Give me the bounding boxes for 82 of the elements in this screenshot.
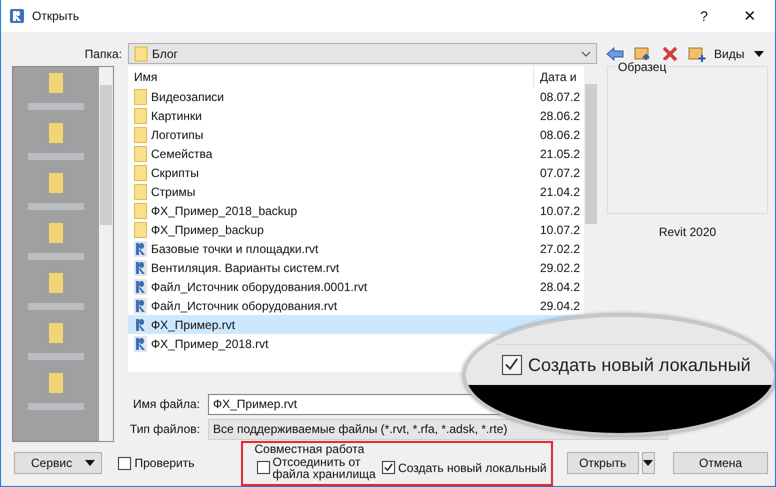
folder-icon — [134, 164, 147, 180]
cancel-button[interactable]: Отмена — [673, 452, 768, 474]
blurred-label — [28, 303, 84, 310]
date-cell-text: 07.07.2 — [540, 166, 582, 180]
file-row[interactable]: Семейства 21.05.2 — [128, 144, 584, 163]
checkbox-label: Отсоединить от файла хранилища — [272, 456, 376, 480]
date-cell-text: 28.06.2 — [540, 108, 582, 122]
delete-icon[interactable] — [662, 46, 678, 62]
blurred-label — [28, 253, 84, 260]
date-cell-text: 21.05.2 — [540, 146, 582, 160]
date-cell-text: 27.02.2 — [540, 242, 582, 256]
blurred-label — [28, 403, 84, 410]
column-header[interactable]: Дата и — [534, 70, 577, 84]
tools-button[interactable]: Сервис — [14, 452, 102, 474]
file-icon — [134, 336, 147, 352]
blurred-label — [28, 103, 84, 110]
open-button[interactable]: Открыть — [566, 452, 639, 474]
file-row[interactable]: Логотипы 08.06.2 — [128, 125, 584, 144]
file-icon — [134, 260, 147, 276]
file-row[interactable]: Картинки 28.06.2 — [128, 106, 584, 125]
date-cell-text: 10.07.2 — [540, 204, 582, 218]
folder-icon — [134, 88, 147, 104]
file-row[interactable]: Файл_Источник оборудования.rvt 29.04.2 — [128, 296, 584, 315]
file-icon — [134, 278, 147, 294]
folder-icon — [134, 108, 147, 124]
new-folder-icon[interactable] — [688, 46, 706, 62]
chevron-icon — [581, 50, 591, 56]
file-row[interactable]: Видеозаписи 08.07.2 — [128, 87, 584, 106]
checkbox-label: Создать новый локальный — [398, 460, 547, 474]
date-cell-text: 21.04.2 — [540, 184, 582, 198]
file-row[interactable]: Скрипты 07.07.2 — [128, 163, 584, 182]
date-cell-text: 28.04.2 — [540, 280, 582, 294]
folder-dropdown[interactable]: Блог — [128, 43, 597, 64]
window-title: Открыть — [32, 9, 80, 23]
checkbox[interactable] — [118, 456, 132, 470]
blurred-label — [28, 353, 84, 360]
dropdown-arrow-icon[interactable] — [754, 50, 764, 56]
folder-icon — [134, 146, 147, 162]
checkbox-label: Проверить — [134, 456, 194, 470]
column-header[interactable]: Имя — [128, 66, 534, 87]
version-label: Revit 2020 — [658, 225, 716, 239]
file-type-label: Тип файлов: — [128, 422, 200, 436]
views-menu[interactable]: Виды — [714, 46, 744, 60]
app-icon — [9, 8, 25, 24]
checkbox-label: Создать новый локальный — [528, 354, 751, 376]
file-name-label: Имя файла: — [132, 397, 200, 411]
folder-icon — [134, 222, 147, 238]
file-row[interactable]: ФХ_Пример_2018_backup 10.07.2 — [128, 201, 584, 220]
caret-icon — [85, 460, 96, 466]
file-row[interactable]: Стримы 21.04.2 — [128, 182, 584, 201]
caret-icon — [643, 460, 654, 466]
folder-label: Папка: — [84, 46, 123, 60]
folder-icon — [134, 46, 148, 62]
checkbox[interactable] — [382, 461, 396, 474]
file-row[interactable]: ФХ_Пример.rvt — [128, 315, 584, 334]
date-cell-text: 29.04.2 — [540, 298, 582, 312]
file-icon — [134, 298, 147, 314]
folder-icon — [134, 184, 147, 200]
open-dropdown-button[interactable] — [642, 452, 656, 474]
group-title: Совместная работа — [254, 442, 366, 456]
date-cell-text: 08.06.2 — [540, 128, 582, 142]
checkbox[interactable] — [256, 461, 270, 474]
file-icon — [134, 316, 147, 332]
file-icon — [134, 240, 147, 256]
file-row[interactable]: Файл_Источник оборудования.0001.rvt 28.04.2 — [128, 277, 584, 296]
scrollbar[interactable] — [99, 67, 113, 441]
file-row[interactable]: Базовые точки и площадки.rvt 27.02.2 — [128, 239, 584, 258]
back-arrow-icon[interactable] — [606, 46, 624, 60]
date-cell-text: 08.07.2 — [540, 90, 582, 104]
preview-title: Образец — [616, 60, 668, 74]
help-button[interactable]: ? — [681, 8, 727, 24]
file-row[interactable]: ФХ_Пример_2018.rvt — [128, 334, 584, 353]
blurred-label — [28, 153, 84, 160]
blurred-label — [28, 203, 84, 210]
file-row[interactable]: ФХ_Пример_backup 10.07.2 — [128, 220, 584, 239]
date-cell-text: 29.02.2 — [540, 260, 582, 274]
date-cell-text: 10.07.2 — [540, 222, 582, 236]
file-row[interactable]: Вентиляция. Варианты систем.rvt 29.02.2 — [128, 258, 584, 277]
folder-up-icon[interactable] — [634, 46, 652, 62]
folder-icon — [134, 126, 147, 142]
folder-icon — [134, 202, 147, 218]
close-button[interactable]: ✕ — [727, 7, 773, 25]
